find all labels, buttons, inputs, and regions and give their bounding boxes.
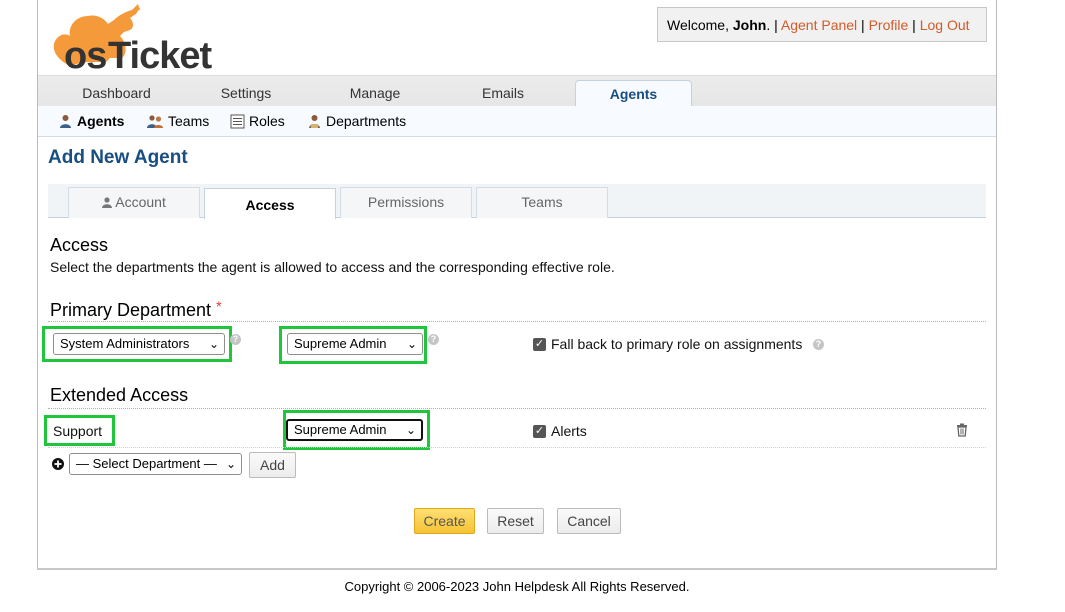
form-tabs: Account Access Permissions Teams <box>48 184 986 219</box>
add-department-select[interactable]: — Select Department — ⌄ <box>69 453 242 475</box>
welcome-prefix: Welcome, <box>667 17 733 33</box>
osticket-logo[interactable]: os Ticket <box>48 2 248 70</box>
extended-role-select[interactable]: Supreme Admin ⌄ <box>286 419 423 441</box>
create-button[interactable]: Create <box>414 508 475 534</box>
separator: | <box>857 17 869 33</box>
primary-department-heading: Primary Department * <box>50 298 222 321</box>
tab-teams[interactable]: Teams <box>476 187 608 218</box>
chevron-down-icon: ⌄ <box>208 337 219 351</box>
add-department-placeholder: — Select Department — <box>76 456 217 471</box>
subnav-item-departments[interactable]: Departments <box>307 106 406 137</box>
chevron-down-icon: ⌄ <box>405 423 416 437</box>
access-description: Select the departments the agent is allo… <box>50 259 615 275</box>
nav-tab-agents[interactable]: Agents <box>575 80 692 108</box>
primary-department-select[interactable]: System Administrators ⌄ <box>53 333 225 355</box>
chevron-down-icon: ⌄ <box>406 337 417 351</box>
main-nav: Dashboard Settings Manage Emails Agents <box>38 75 996 108</box>
profile-link[interactable]: Profile <box>869 17 909 33</box>
help-icon[interactable]: ? <box>428 334 439 345</box>
separator: | <box>908 17 920 33</box>
logout-link[interactable]: Log Out <box>920 17 970 33</box>
team-icon <box>147 109 164 139</box>
user-info-bar: Welcome, John. | Agent Panel | Profile |… <box>657 7 987 42</box>
primary-department-value: System Administrators <box>60 336 190 351</box>
primary-role-select[interactable]: Supreme Admin ⌄ <box>287 333 423 355</box>
plus-icon <box>52 457 64 473</box>
subnav-item-roles[interactable]: Roles <box>230 106 285 137</box>
agent-icon <box>58 109 73 139</box>
page-title: Add New Agent <box>48 147 188 168</box>
required-mark: * <box>216 298 222 314</box>
extended-department-name: Support <box>53 423 103 439</box>
kangaroo-logo-icon: os Ticket <box>53 4 213 70</box>
tab-account[interactable]: Account <box>68 187 200 218</box>
agent-panel-link[interactable]: Agent Panel <box>781 17 857 33</box>
divider <box>48 321 986 322</box>
extended-role-value: Supreme Admin <box>294 422 387 437</box>
nav-tab-manage[interactable]: Manage <box>310 76 440 107</box>
page-container: os Ticket Welcome, John. | Agent Panel |… <box>37 0 997 570</box>
reset-button[interactable]: Reset <box>487 508 544 534</box>
divider <box>48 408 986 409</box>
fallback-checkbox[interactable]: ✓ <box>533 338 546 351</box>
nav-tab-dashboard[interactable]: Dashboard <box>38 76 195 107</box>
tab-label: Account <box>115 194 166 210</box>
subnav-label: Teams <box>168 113 210 129</box>
primary-role-value: Supreme Admin <box>294 336 387 351</box>
subnav-item-teams[interactable]: Teams <box>147 106 209 137</box>
alerts-label: Alerts <box>551 423 587 439</box>
subnav-item-agents[interactable]: Agents <box>58 106 124 137</box>
nav-tab-settings[interactable]: Settings <box>181 76 311 107</box>
help-icon[interactable]: ? <box>813 339 824 350</box>
extended-access-heading: Extended Access <box>50 385 189 405</box>
roles-icon <box>230 109 245 139</box>
sub-nav: Agents Teams Roles Departments <box>38 106 996 137</box>
nav-tab-emails[interactable]: Emails <box>438 76 568 107</box>
separator: | <box>770 17 781 33</box>
tab-permissions[interactable]: Permissions <box>340 187 472 218</box>
primary-department-label: Primary Department <box>50 300 212 320</box>
access-heading: Access <box>50 235 109 255</box>
trash-icon[interactable] <box>956 423 968 440</box>
user-name: John <box>732 17 767 33</box>
add-button[interactable]: Add <box>249 452 296 478</box>
help-icon[interactable]: ? <box>230 334 241 345</box>
tab-access[interactable]: Access <box>204 188 336 219</box>
footer-copyright: Copyright © 2006-2023 John Helpdesk All … <box>344 579 690 594</box>
alerts-checkbox[interactable]: ✓ <box>533 425 546 438</box>
department-icon <box>307 109 322 139</box>
cancel-button[interactable]: Cancel <box>557 508 621 534</box>
fallback-label: Fall back to primary role on assignments <box>551 336 803 352</box>
subnav-label: Departments <box>326 113 407 129</box>
divider <box>48 447 986 448</box>
user-icon <box>102 189 113 218</box>
svg-text:Ticket: Ticket <box>108 35 212 70</box>
chevron-down-icon: ⌄ <box>225 457 236 471</box>
subnav-label: Roles <box>249 113 285 129</box>
svg-text:os: os <box>64 35 106 70</box>
subnav-label: Agents <box>77 113 125 129</box>
